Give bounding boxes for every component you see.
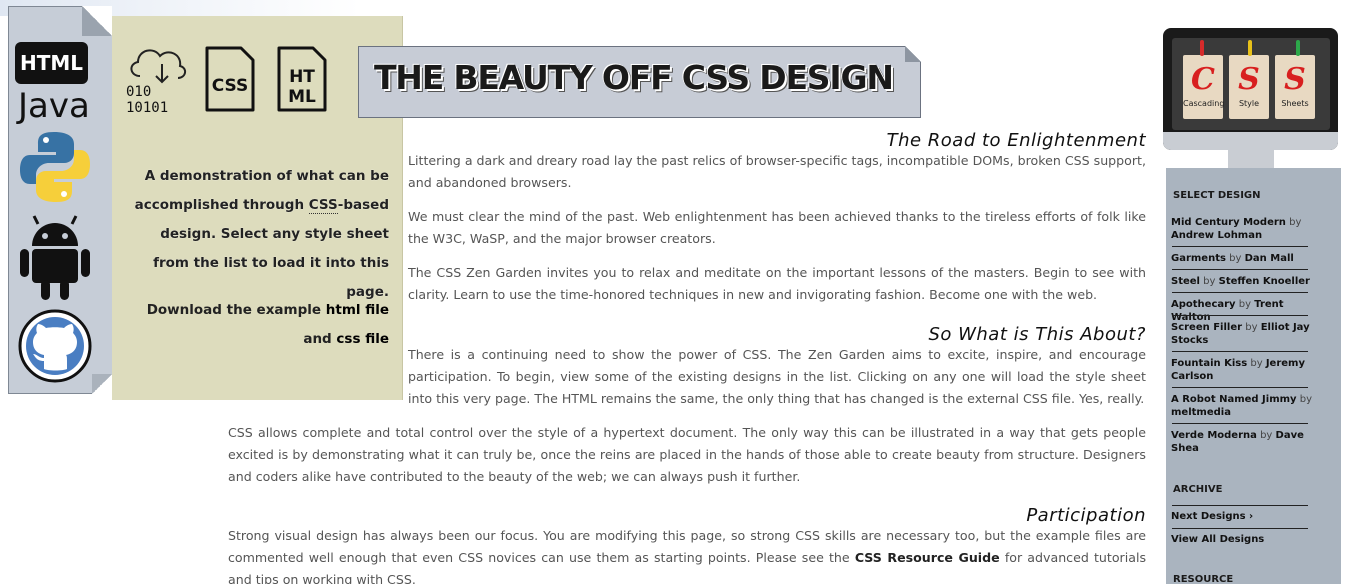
design-by: by [1229, 253, 1242, 264]
section-title-enlightenment: The Road to Enlightenment [886, 130, 1146, 151]
tag-letter-s1: S [1238, 62, 1260, 97]
design-by: by [1299, 394, 1312, 405]
tag-letter-c: C [1191, 62, 1215, 97]
html-file-label-2: ML [288, 87, 316, 107]
design-author[interactable]: Steffen Knoeller [1219, 276, 1310, 287]
design-name[interactable]: Mid Century Modern [1171, 217, 1286, 228]
design-item[interactable]: Garments by Dan Mall [1171, 252, 1321, 265]
next-designs-link[interactable]: Next Designs › [1171, 510, 1321, 523]
binary-line-1: 010 [126, 84, 151, 100]
download-html-link[interactable]: html file [326, 302, 389, 318]
intro-lead-abbr: CSS [308, 197, 338, 214]
design-name[interactable]: A Robot Named Jimmy [1171, 394, 1297, 405]
tag-word-style: Style [1238, 99, 1260, 108]
design-item[interactable]: Fountain Kiss by Jeremy Carlson [1171, 357, 1321, 383]
section-title-participation: Participation [1026, 505, 1146, 526]
tag-word-cascading: Cascading [1183, 99, 1225, 108]
paragraph-participation: Strong visual design has always been our… [228, 525, 1146, 584]
css-file-label: CSS [212, 76, 249, 96]
github-icon[interactable] [18, 309, 92, 383]
design-name[interactable]: Verde Moderna [1171, 430, 1257, 441]
paragraph-about-2: CSS allows complete and total control ov… [228, 425, 1146, 484]
design-by: by [1245, 322, 1258, 333]
sidebar-divider [1172, 387, 1308, 388]
binary-line-2: 10101 [126, 100, 168, 116]
cloud-binary-icon: 010 10101 [126, 49, 186, 116]
pin-red-icon [1200, 40, 1204, 56]
design-name[interactable]: Garments [1171, 253, 1226, 264]
design-name[interactable]: Apothecary [1171, 299, 1236, 310]
css-resource-guide-link[interactable]: CSS Resource Guide [855, 550, 1000, 565]
design-by: by [1238, 299, 1252, 310]
design-item[interactable]: Mid Century Modern by Andrew Lohman [1171, 216, 1321, 242]
paragraph-enlightenment-3: The CSS Zen Garden invites you to relax … [408, 265, 1146, 302]
html-badge-icon: HTML [15, 42, 88, 84]
design-by: by [1250, 358, 1263, 369]
resource-heading: RESOURCE [1173, 574, 1234, 584]
intro-summary: A demonstration of what can be accomplis… [120, 162, 389, 307]
paragraph-enlightenment-2: We must clear the mind of the past. Web … [408, 209, 1146, 246]
download-mid: and [303, 331, 337, 347]
pin-green-icon [1296, 40, 1300, 56]
archive-heading: ARCHIVE [1173, 484, 1223, 495]
intro-downloads: Download the example html file and css f… [120, 296, 389, 354]
tag-letter-s2: S [1284, 62, 1306, 97]
monitor-stand [1228, 150, 1274, 170]
design-author[interactable]: Dan Mall [1245, 253, 1294, 264]
html-file-icon: HT ML [277, 46, 327, 112]
select-design-heading: SELECT DESIGN [1173, 190, 1261, 201]
sidebar-divider [1172, 423, 1308, 424]
android-icon [20, 215, 90, 300]
view-all-designs-link[interactable]: View All Designs [1171, 533, 1321, 546]
tag-word-sheets: Sheets [1281, 99, 1309, 108]
design-by: by [1260, 430, 1273, 441]
design-author[interactable]: Andrew Lohman [1171, 230, 1262, 241]
sidebar-divider [1172, 315, 1308, 316]
html-file-label-1: HT [289, 67, 315, 87]
design-author[interactable]: meltmedia [1171, 407, 1231, 418]
java-icon: Java [18, 86, 90, 126]
design-by: by [1289, 217, 1302, 228]
sidebar-divider [1172, 351, 1308, 352]
page-title: THE BEAUTY OFF CSS DESIGN [374, 58, 894, 97]
paragraph-about-1: There is a continuing need to show the p… [408, 347, 1146, 406]
page-fold-corner [82, 6, 112, 36]
view-all-designs-label[interactable]: View All Designs [1171, 534, 1264, 545]
python-icon [20, 132, 90, 202]
sidebar-divider [1172, 246, 1308, 247]
page-fold-corner-bottom [92, 374, 112, 394]
section-title-about: So What is This About? [928, 324, 1146, 345]
download-prefix: Download the example [146, 302, 326, 318]
sidebar-divider [1172, 505, 1308, 506]
download-css-link[interactable]: css file [336, 331, 389, 347]
design-item[interactable]: A Robot Named Jimmy by meltmedia [1171, 393, 1321, 419]
design-name[interactable]: Fountain Kiss [1171, 358, 1247, 369]
design-item[interactable]: Verde Moderna by Dave Shea [1171, 429, 1321, 455]
design-name[interactable]: Screen Filler [1171, 322, 1242, 333]
design-name[interactable]: Steel [1171, 276, 1200, 287]
design-item[interactable]: Screen Filler by Elliot Jay Stocks [1171, 321, 1321, 347]
next-designs-label[interactable]: Next Designs › [1171, 511, 1253, 522]
paragraph-enlightenment-1: Littering a dark and dreary road lay the… [408, 153, 1146, 190]
sidebar-divider [1172, 528, 1308, 529]
design-by: by [1203, 276, 1216, 287]
sidebar-divider [1172, 292, 1308, 293]
design-item[interactable]: Steel by Steffen Knoeller [1171, 275, 1321, 288]
css-file-icon: CSS [205, 46, 255, 112]
monitor-chin [1163, 132, 1338, 150]
pin-yellow-icon [1248, 40, 1252, 56]
sidebar-divider [1172, 269, 1308, 270]
